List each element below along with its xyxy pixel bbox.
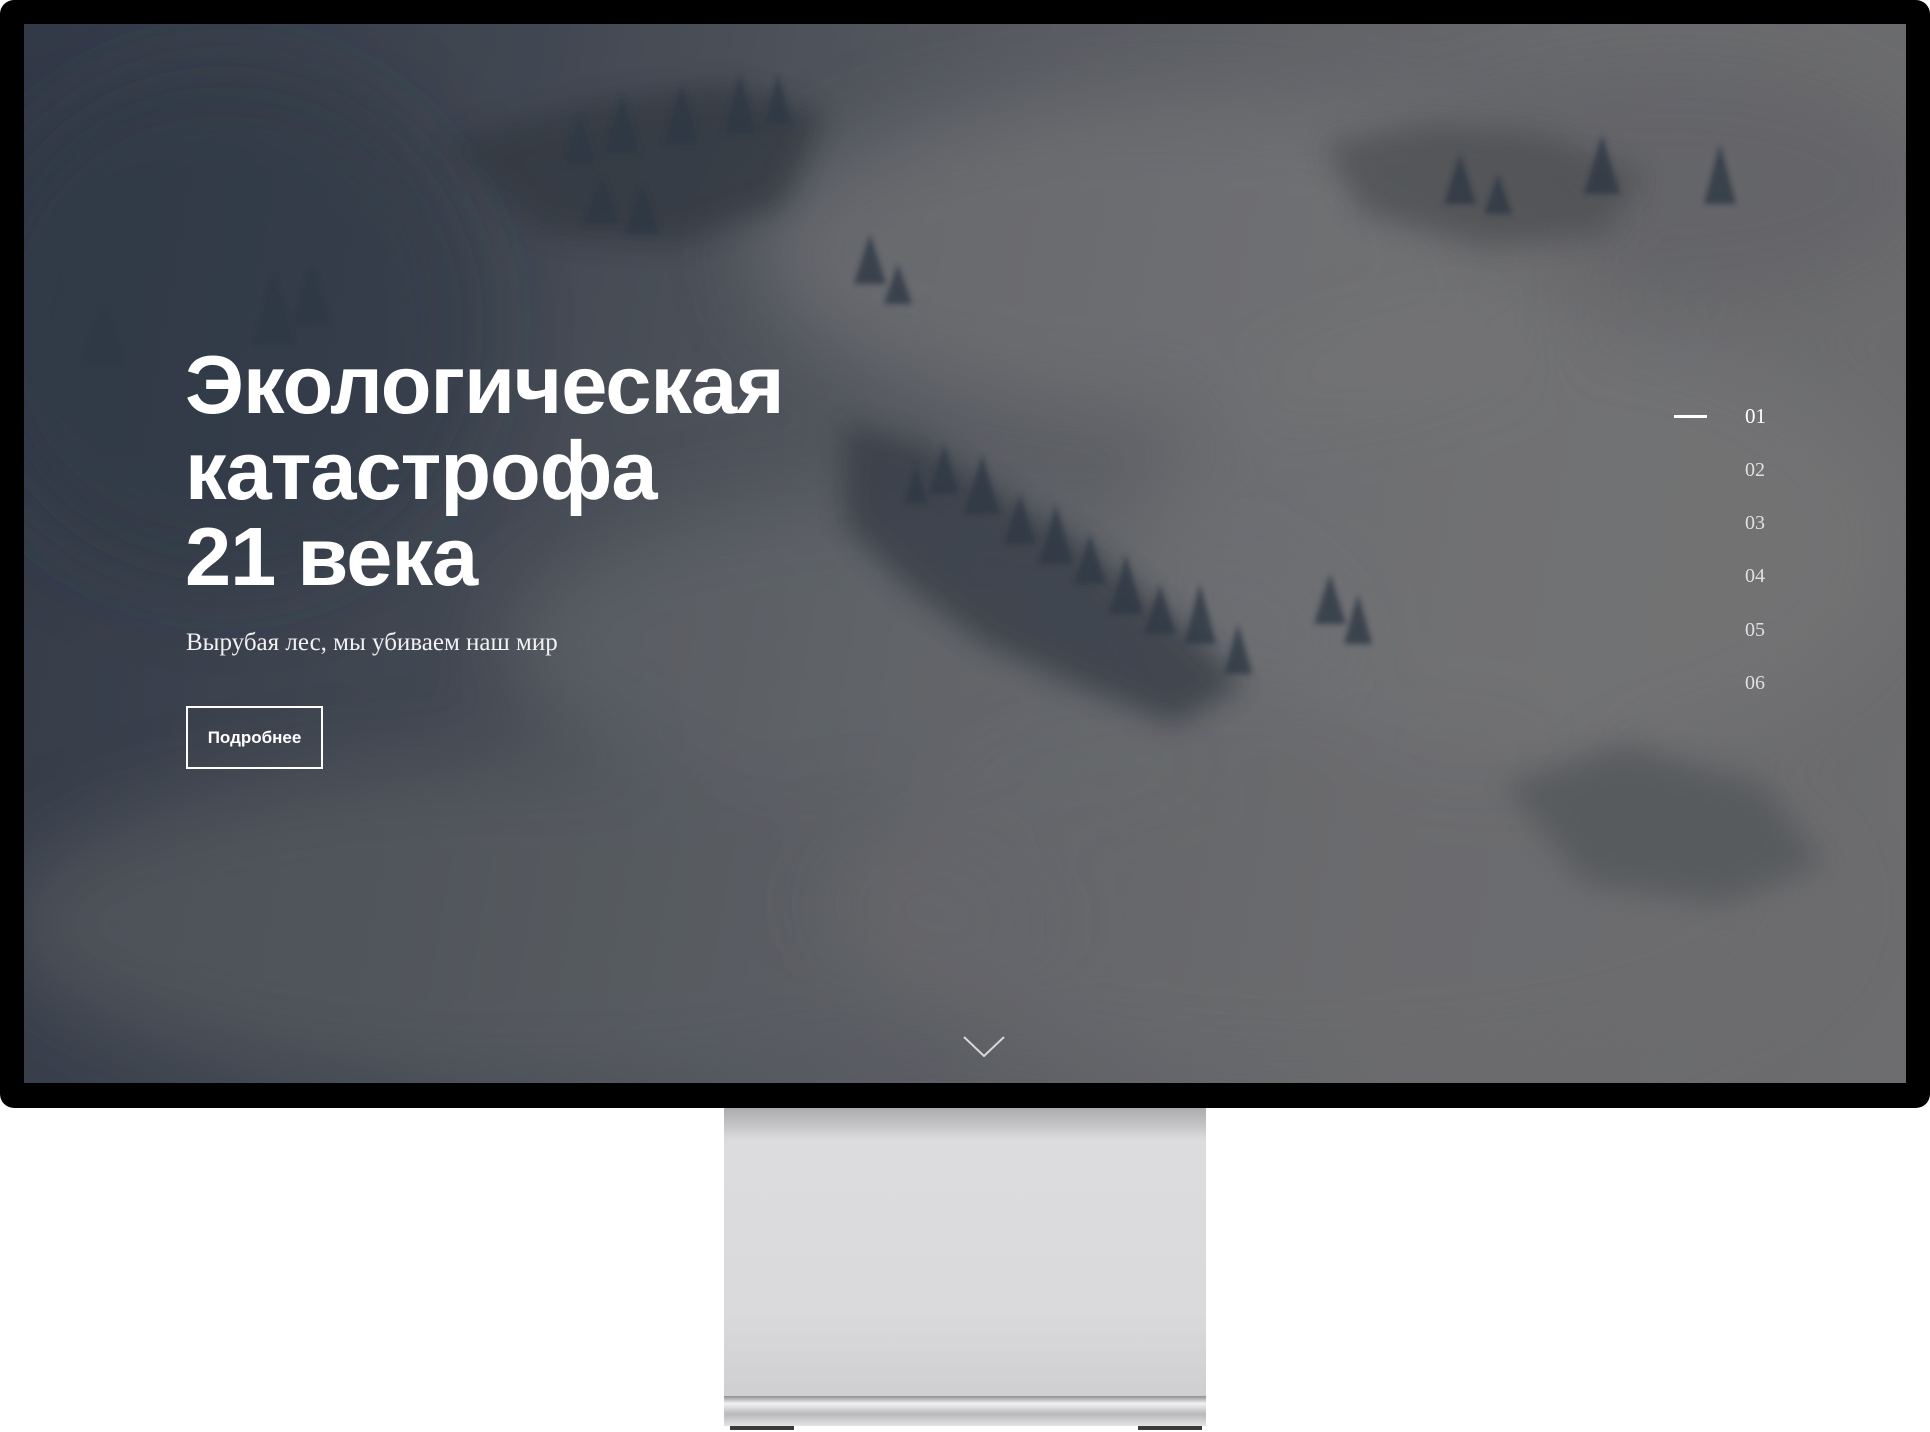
hero-title: Экологическая катастрофа 21 века bbox=[185, 338, 785, 603]
stand-foot-right bbox=[1138, 1426, 1202, 1430]
stand-shadow bbox=[724, 1108, 1206, 1138]
monitor-stand bbox=[724, 1108, 1206, 1398]
slide-nav-item-04[interactable]: 04 bbox=[1664, 556, 1804, 596]
chevron-down-icon[interactable] bbox=[962, 1034, 1006, 1060]
slide-nav-label: 04 bbox=[1745, 565, 1765, 587]
more-details-button[interactable]: Подробнее bbox=[186, 706, 323, 769]
slide-nav-label: 01 bbox=[1745, 404, 1766, 428]
slide-nav-item-03[interactable]: 03 bbox=[1664, 503, 1804, 543]
slide-nav-item-06[interactable]: 06 bbox=[1664, 663, 1804, 703]
stand-base bbox=[724, 1396, 1206, 1426]
page: Экологическая катастрофа 21 века Вырубая… bbox=[0, 0, 1930, 1432]
active-slide-indicator bbox=[1674, 415, 1707, 418]
hero-title-line-1: Экологическая bbox=[185, 338, 785, 431]
hero-subtitle: Вырубая лес, мы убиваем наш мир bbox=[186, 629, 558, 656]
slide-nav-item-05[interactable]: 05 bbox=[1664, 610, 1804, 650]
website-screen: Экологическая катастрофа 21 века Вырубая… bbox=[24, 24, 1906, 1083]
hero-title-line-3: 21 века bbox=[185, 510, 478, 603]
slide-nav-item-01[interactable]: 01 bbox=[1664, 396, 1804, 436]
stand-foot-left bbox=[730, 1426, 794, 1430]
slide-pagination: 01 02 03 04 05 06 bbox=[1664, 396, 1804, 716]
monitor-frame: Экологическая катастрофа 21 века Вырубая… bbox=[0, 0, 1930, 1108]
slide-nav-label: 06 bbox=[1745, 672, 1765, 694]
slide-nav-item-02[interactable]: 02 bbox=[1664, 450, 1804, 490]
slide-nav-label: 02 bbox=[1745, 459, 1765, 481]
slide-nav-label: 03 bbox=[1745, 512, 1765, 534]
hero-title-line-2: катастрофа bbox=[185, 424, 658, 517]
slide-nav-label: 05 bbox=[1745, 619, 1765, 641]
